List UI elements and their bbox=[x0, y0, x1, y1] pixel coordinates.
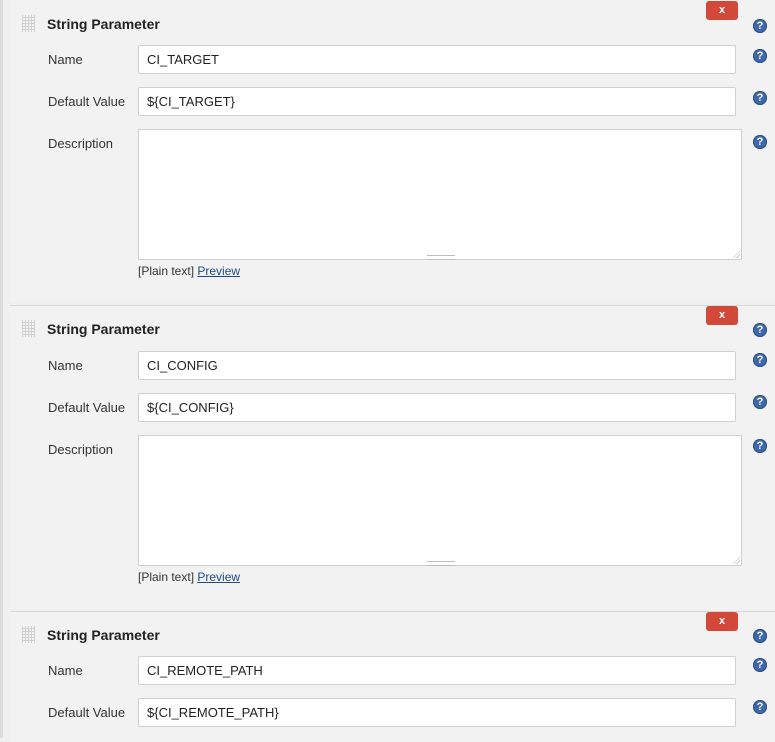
plain-text-label: [Plain text] bbox=[138, 570, 195, 584]
description-format: [Plain text] Preview bbox=[138, 570, 240, 584]
default-value-label: Default Value bbox=[48, 94, 126, 109]
string-parameter-block-3: String Parameter x ? Name CI_REMOTE_PATH… bbox=[10, 611, 775, 742]
help-icon[interactable]: ? bbox=[753, 629, 767, 643]
help-icon[interactable]: ? bbox=[753, 439, 767, 453]
help-icon[interactable]: ? bbox=[753, 395, 767, 409]
resize-handle-icon[interactable] bbox=[732, 556, 740, 564]
help-icon[interactable]: ? bbox=[753, 19, 767, 33]
delete-parameter-button[interactable]: x bbox=[706, 1, 738, 20]
drag-handle-icon[interactable] bbox=[22, 626, 35, 643]
default-value-label: Default Value bbox=[48, 400, 126, 415]
description-format: [Plain text] Preview bbox=[138, 264, 240, 278]
name-label: Name bbox=[48, 358, 83, 373]
help-icon[interactable]: ? bbox=[753, 700, 767, 714]
description-label: Description bbox=[48, 442, 114, 457]
default-value-input[interactable]: ${CI_CONFIG} bbox=[138, 393, 736, 422]
help-icon[interactable]: ? bbox=[753, 91, 767, 105]
drag-handle-icon[interactable] bbox=[22, 15, 35, 32]
string-parameter-block-2: String Parameter x ? Name CI_CONFIG ? De… bbox=[10, 305, 775, 609]
parameter-title: String Parameter bbox=[47, 321, 160, 337]
description-textarea[interactable] bbox=[138, 129, 742, 260]
drag-handle-icon[interactable] bbox=[22, 320, 35, 337]
preview-link[interactable]: Preview bbox=[197, 264, 240, 278]
delete-parameter-button[interactable]: x bbox=[706, 306, 738, 325]
parameter-title: String Parameter bbox=[47, 627, 160, 643]
help-icon[interactable]: ? bbox=[753, 49, 767, 63]
description-textarea[interactable] bbox=[138, 435, 742, 566]
parameter-title: String Parameter bbox=[47, 16, 160, 32]
textarea-grip[interactable] bbox=[427, 255, 455, 260]
default-value-input[interactable]: ${CI_TARGET} bbox=[138, 87, 736, 116]
name-input[interactable]: CI_REMOTE_PATH bbox=[138, 656, 736, 685]
name-label: Name bbox=[48, 52, 83, 67]
help-icon[interactable]: ? bbox=[753, 353, 767, 367]
help-icon[interactable]: ? bbox=[753, 135, 767, 149]
name-label: Name bbox=[48, 663, 83, 678]
help-icon[interactable]: ? bbox=[753, 323, 767, 337]
resize-handle-icon[interactable] bbox=[732, 250, 740, 258]
string-parameter-block-1: String Parameter x ? Name CI_TARGET ? De… bbox=[10, 0, 775, 302]
help-icon[interactable]: ? bbox=[753, 658, 767, 672]
name-input[interactable]: CI_TARGET bbox=[138, 45, 736, 74]
default-value-input[interactable]: ${CI_REMOTE_PATH} bbox=[138, 698, 736, 727]
textarea-grip[interactable] bbox=[427, 561, 455, 566]
delete-parameter-button[interactable]: x bbox=[706, 612, 738, 631]
plain-text-label: [Plain text] bbox=[138, 264, 195, 278]
left-rail bbox=[0, 0, 3, 738]
description-label: Description bbox=[48, 136, 114, 151]
name-input[interactable]: CI_CONFIG bbox=[138, 351, 736, 380]
default-value-label: Default Value bbox=[48, 705, 126, 720]
preview-link[interactable]: Preview bbox=[197, 570, 240, 584]
